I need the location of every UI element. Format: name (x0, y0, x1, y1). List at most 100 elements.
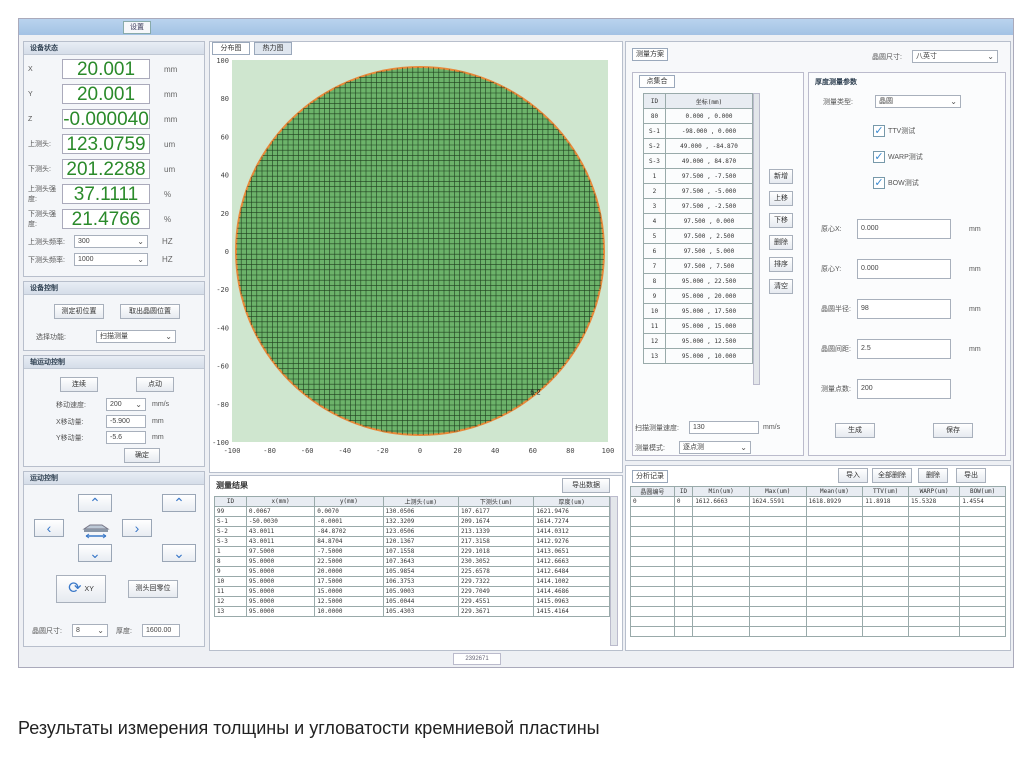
table-row[interactable]: 9 95.0000 20.0000 105.9854 225.6578 1412.6484 (214, 566, 610, 577)
stats-action-button[interactable]: 删除 (918, 468, 948, 483)
z-up-button[interactable]: ⌃ (162, 494, 196, 512)
stats-action-button[interactable]: 全部删除 (872, 468, 912, 483)
settings-field-input[interactable]: 2.5 (857, 339, 951, 359)
table-row[interactable]: 12 95.0000 12.5000 105.0044 229.4551 1415.096… (214, 596, 610, 607)
table-row[interactable]: 80 0.000 , 0.000 (643, 108, 754, 124)
table-row[interactable]: S-1 -50.0030 -0.0001 132.3209 209.1674 1614.7… (214, 516, 610, 527)
settings-field-input[interactable]: 0.000 (857, 219, 951, 239)
table-row[interactable]: 1 97.500 , -7.500 (643, 168, 754, 184)
table-row[interactable]: 8 95.0000 22.5000 107.3643 230.3052 1412.6663 (214, 556, 610, 567)
settings-field-input[interactable]: 200 (857, 379, 951, 399)
stats-action-button[interactable]: 导入 (838, 468, 868, 483)
refresh-icon: ⟳ (68, 580, 82, 597)
tab-point-list[interactable]: 点集合 (639, 75, 675, 88)
measure-mode-select[interactable]: 逐点测 ⌄ (679, 441, 751, 454)
test-checkbox[interactable]: ✓ BOW测试 (873, 177, 919, 189)
tab-heatmap[interactable]: 热力图 (254, 42, 292, 55)
table-row[interactable]: 2 97.500 , -5.000 (643, 183, 754, 199)
settings-field-input[interactable]: 98 (857, 299, 951, 319)
table-row[interactable]: 10 95.0000 17.5000 106.3753 229.7322 1414.100… (214, 576, 610, 587)
frequency-select[interactable]: 300 ⌄ (74, 235, 148, 248)
y-distance-input[interactable]: -5.6 (106, 431, 146, 444)
table-cell: S-2 (214, 526, 247, 537)
tab-distribution[interactable]: 分布图 (212, 42, 250, 55)
point-action-button[interactable]: 清空 (769, 279, 793, 294)
table-cell-empty (748, 576, 807, 587)
table-row[interactable]: S-3 49.000 , 84.870 (643, 153, 754, 169)
settings-field-input[interactable]: 0.000 (857, 259, 951, 279)
x-distance-input[interactable]: -5.900 (106, 415, 146, 428)
table-row[interactable]: S-2 43.0011 -84.8702 123.0506 213.1339 1414.0… (214, 526, 610, 537)
table-cell-empty (959, 576, 1006, 587)
position-label: 上测头强度: (28, 186, 56, 203)
table-row[interactable]: 1 97.5000 -7.5000 107.1558 229.1018 1413.0651 (214, 546, 610, 557)
probe-home-button[interactable]: 测头回零位 (128, 580, 178, 598)
table-row[interactable]: 3 97.500 , -2.500 (643, 198, 754, 214)
continuous-button[interactable]: 连续 (60, 377, 98, 392)
point-list-scrollbar[interactable] (753, 93, 760, 385)
table-row[interactable]: 13 95.000 , 10.000 (643, 348, 754, 364)
xy-home-button[interactable]: ⟳ XY (56, 575, 106, 603)
point-action-button[interactable]: 排序 (769, 257, 793, 272)
table-row[interactable]: 9 95.000 , 20.000 (643, 288, 754, 304)
table-cell: 10 (214, 576, 247, 587)
save-button[interactable]: 保存 (933, 423, 973, 438)
test-checkbox[interactable]: ✓ TTV测试 (873, 125, 915, 137)
wafer-type-select[interactable]: 八英寸 ⌄ (912, 50, 998, 63)
table-row[interactable]: S-1 -98.000 , 0.000 (643, 123, 754, 139)
tab-analysis-record[interactable]: 分析记录 (632, 470, 668, 483)
x-left-button[interactable]: ‹ (34, 519, 64, 537)
stats-action-button[interactable]: 导出 (956, 468, 986, 483)
point-action-button[interactable]: 新增 (769, 169, 793, 184)
unload-wafer-button[interactable]: 取出晶圆位置 (120, 304, 180, 319)
z-down-button[interactable]: ⌄ (162, 544, 196, 562)
table-row[interactable]: 10 95.000 , 17.500 (643, 303, 754, 319)
table-cell-empty (862, 626, 909, 637)
result-scrollbar[interactable] (610, 496, 618, 646)
test-checkbox[interactable]: ✓ WARP测试 (873, 151, 923, 163)
table-row[interactable]: 99 0.0067 0.0070 130.0506 107.6177 1621.9476 (214, 506, 610, 517)
confirm-button[interactable]: 确定 (124, 448, 160, 463)
table-row[interactable]: S-2 49.000 , -84.870 (643, 138, 754, 154)
frequency-select[interactable]: 1000 ⌄ (74, 253, 148, 266)
position-row: 下测头强度: 21.4766% (28, 209, 171, 230)
table-row[interactable]: 7 97.500 , 7.500 (643, 258, 754, 274)
table-row[interactable]: 4 97.500 , 0.000 (643, 213, 754, 229)
table-cell-empty (630, 506, 675, 517)
tab-scheme[interactable]: 测量方案 (632, 48, 668, 61)
jog-button[interactable]: 点动 (136, 377, 174, 392)
table-row[interactable]: 13 95.0000 10.0000 105.4303 229.3671 1415.416… (214, 606, 610, 617)
table-row[interactable]: 12 95.000 , 12.500 (643, 333, 754, 349)
position-label: Y (28, 90, 33, 98)
settings-tab[interactable]: 设置 (123, 21, 151, 34)
thickness-input[interactable]: 1600.00 (142, 624, 180, 637)
point-action-button[interactable]: 上移 (769, 191, 793, 206)
table-row[interactable]: 11 95.0000 15.0000 105.9003 229.7049 1414.468… (214, 586, 610, 597)
table-row[interactable]: 5 97.500 , 2.500 (643, 228, 754, 244)
x-right-button[interactable]: › (122, 519, 152, 537)
initial-position-button[interactable]: 测定初位置 (54, 304, 104, 319)
generate-button[interactable]: 生成 (835, 423, 875, 438)
speed-select[interactable]: 200 ⌄ (106, 398, 146, 411)
position-panel-header: 设备状态 (24, 42, 204, 55)
wafer-size-select[interactable]: 8 ⌄ (72, 624, 108, 637)
table-row[interactable]: S-3 43.0011 84.8704 120.1367 217.3158 1412.92… (214, 536, 610, 547)
y-down-button[interactable]: ⌄ (78, 544, 112, 562)
table-row[interactable]: 0 0 1612.6663 1624.5591 1618.8929 11.8918 15.5… (630, 496, 1006, 507)
point-action-button[interactable]: 删除 (769, 235, 793, 250)
table-row[interactable]: 8 95.000 , 22.500 (643, 273, 754, 289)
table-row[interactable]: 6 97.500 , 5.000 (643, 243, 754, 259)
scan-speed-input[interactable]: 130 (689, 421, 759, 434)
settings-field-row: 晶圆半径: 98 mm (821, 299, 981, 319)
table-cell: 12 (214, 596, 247, 607)
table-cell: 95.0000 (245, 556, 316, 567)
table-cell-empty (673, 586, 694, 597)
export-data-button[interactable]: 导出数据 (562, 478, 610, 493)
measure-type-select[interactable]: 晶圆 ⌄ (875, 95, 961, 108)
point-action-button[interactable]: 下移 (769, 213, 793, 228)
mode-select[interactable]: 扫描测量 ⌄ (96, 330, 176, 343)
axis-motion-header: 轴运动控制 (24, 356, 204, 369)
table-cell-empty (748, 536, 807, 547)
y-up-button[interactable]: ⌃ (78, 494, 112, 512)
table-row[interactable]: 11 95.000 , 15.000 (643, 318, 754, 334)
